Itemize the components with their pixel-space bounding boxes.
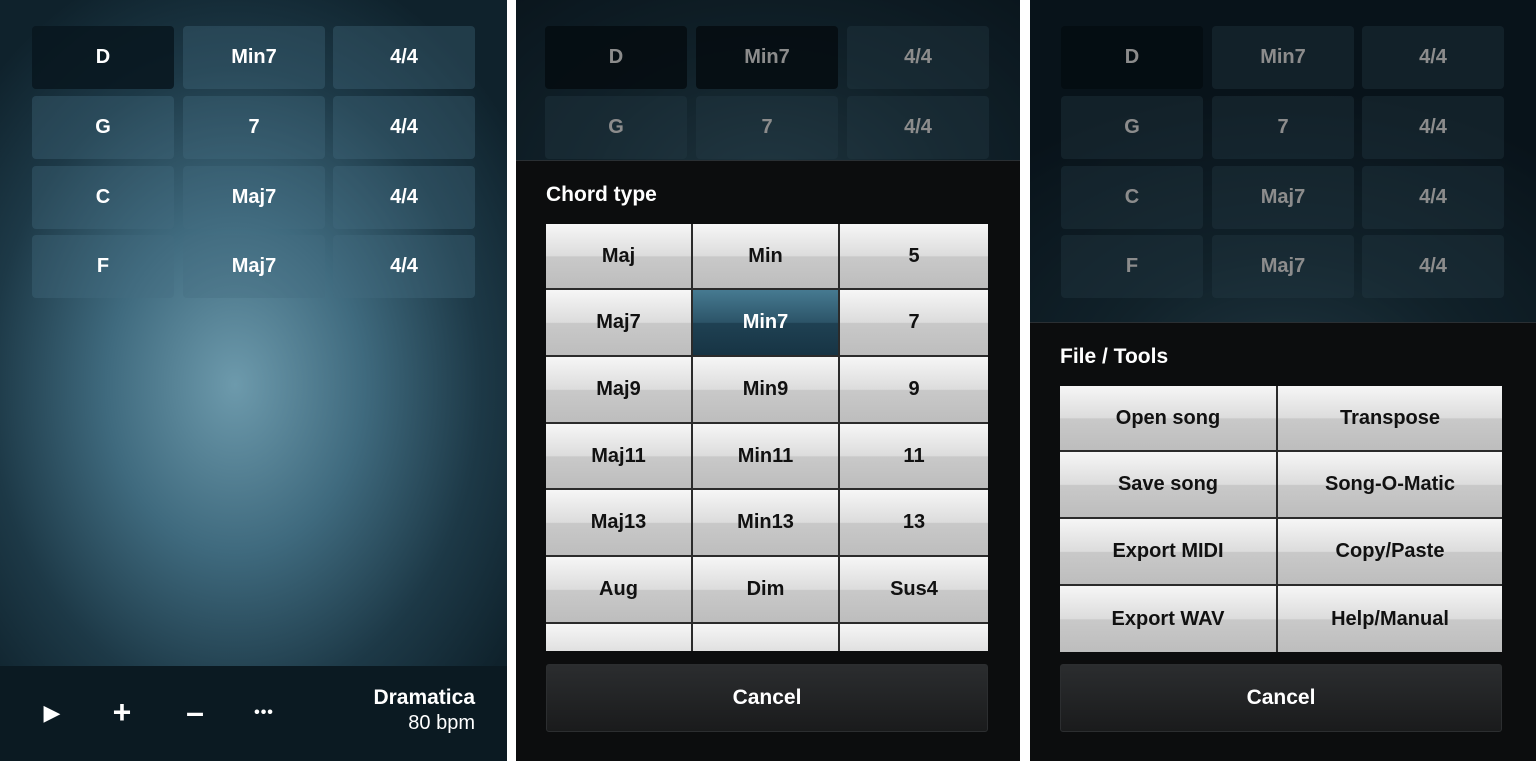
chord-option-button[interactable]: Maj11	[546, 424, 693, 490]
chord-root-cell[interactable]: F	[32, 235, 174, 298]
song-grid-background: D Min7 4/4 G 7 4/4	[516, 0, 1020, 160]
chord-meter-cell[interactable]: 4/4	[333, 166, 475, 229]
dim-overlay	[1030, 0, 1536, 322]
chord-option-button[interactable]: Min13	[693, 490, 840, 557]
chord-option-button[interactable]: Maj9	[546, 357, 693, 424]
song-grid-background: D Min7 4/4 G 7 4/4 C Maj7 4/4 F Maj7 4/4	[1030, 0, 1536, 322]
chord-root-cell[interactable]: C	[32, 166, 174, 229]
file-tools-grid[interactable]: Open song Transpose Save song Song-O-Mat…	[1060, 386, 1502, 652]
chord-root-cell[interactable]: G	[32, 96, 174, 159]
chord-option-button[interactable]: Maj7	[546, 290, 693, 357]
export-wav-button[interactable]: Export WAV	[1060, 586, 1278, 652]
chord-option-button[interactable]: 9	[840, 357, 988, 424]
song-o-matic-button[interactable]: Song-O-Matic	[1278, 452, 1502, 519]
chord-type-cell[interactable]: Maj7	[183, 166, 325, 229]
sheet-title: Chord type	[546, 183, 657, 206]
cancel-button[interactable]: Cancel	[546, 664, 988, 732]
chord-type-panel: D Min7 4/4 G 7 4/4 Chord type Maj Min 5 …	[516, 0, 1020, 761]
export-midi-button[interactable]: Export MIDI	[1060, 519, 1278, 586]
chord-option-button-partial[interactable]	[840, 624, 988, 651]
add-icon[interactable]: +	[102, 692, 142, 732]
chord-option-button[interactable]: 5	[840, 224, 988, 290]
chord-option-button-partial[interactable]	[693, 624, 840, 651]
transpose-button[interactable]: Transpose	[1278, 386, 1502, 452]
remove-icon[interactable]: –	[175, 692, 215, 732]
chord-option-button-partial[interactable]	[546, 624, 693, 651]
more-icon[interactable]: •••	[244, 696, 284, 730]
chord-option-button[interactable]: 13	[840, 490, 988, 557]
song-tempo: 80 bpm	[408, 712, 475, 734]
chord-option-button[interactable]: Aug	[546, 557, 693, 624]
chord-type-cell[interactable]: Maj7	[183, 235, 325, 298]
song-name: Dramatica	[373, 686, 475, 709]
dim-overlay	[516, 0, 1020, 160]
cancel-button[interactable]: Cancel	[1060, 664, 1502, 732]
chord-meter-cell[interactable]: 4/4	[333, 235, 475, 298]
chord-option-button[interactable]: 7	[840, 290, 988, 357]
chord-option-button[interactable]: Maj13	[546, 490, 693, 557]
chord-option-button[interactable]: Sus4	[840, 557, 988, 624]
song-panel: D Min7 4/4 G 7 4/4 C Maj7 4/4 F Maj7 4/4…	[0, 0, 507, 761]
chord-type-sheet: Chord type Maj Min 5 Maj7 Min7 7 Maj9 Mi…	[516, 160, 1020, 761]
chord-option-button-selected[interactable]: Min7	[693, 290, 840, 357]
chord-type-cell[interactable]: Min7	[183, 26, 325, 89]
chord-meter-cell[interactable]: 4/4	[333, 96, 475, 159]
chord-option-button[interactable]: Maj	[546, 224, 693, 290]
play-icon[interactable]: ▶	[32, 696, 72, 730]
chord-root-cell[interactable]: D	[32, 26, 174, 89]
file-tools-panel: D Min7 4/4 G 7 4/4 C Maj7 4/4 F Maj7 4/4…	[1030, 0, 1536, 761]
open-song-button[interactable]: Open song	[1060, 386, 1278, 452]
copy-paste-button[interactable]: Copy/Paste	[1278, 519, 1502, 586]
chord-type-cell[interactable]: 7	[183, 96, 325, 159]
chord-option-button[interactable]: Min9	[693, 357, 840, 424]
chord-option-button[interactable]: Min11	[693, 424, 840, 490]
help-manual-button[interactable]: Help/Manual	[1278, 586, 1502, 652]
chord-option-button[interactable]: Min	[693, 224, 840, 290]
chord-meter-cell[interactable]: 4/4	[333, 26, 475, 89]
save-song-button[interactable]: Save song	[1060, 452, 1278, 519]
file-tools-sheet: File / Tools Open song Transpose Save so…	[1030, 322, 1536, 761]
chord-option-button[interactable]: 11	[840, 424, 988, 490]
sheet-title: File / Tools	[1060, 345, 1169, 368]
chord-option-button[interactable]: Dim	[693, 557, 840, 624]
chord-type-grid[interactable]: Maj Min 5 Maj7 Min7 7 Maj9 Min9 9 Maj11 …	[546, 224, 988, 651]
